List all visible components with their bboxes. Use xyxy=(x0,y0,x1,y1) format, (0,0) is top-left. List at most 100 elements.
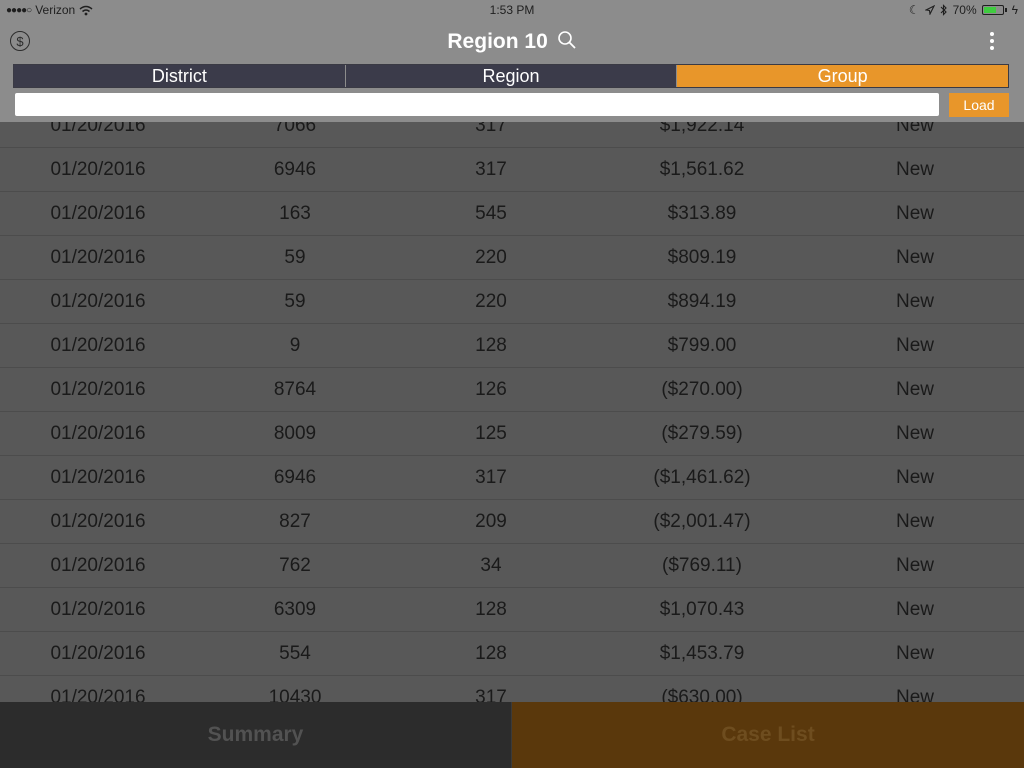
tab-case-list[interactable]: Case List xyxy=(512,702,1024,768)
amount-cell: $809.19 xyxy=(667,247,737,268)
group-cell: 126 xyxy=(475,379,507,400)
location-icon xyxy=(924,5,935,15)
bluetooth-icon xyxy=(940,4,947,16)
clock: 1:53 PM xyxy=(489,3,535,17)
table-row[interactable]: 01/20/2016 6309 128 $1,070.43 New xyxy=(0,588,1024,632)
amount-cell: ($1,461.62) xyxy=(653,467,751,488)
group-cell: 220 xyxy=(475,247,507,268)
group-cell: 128 xyxy=(475,599,507,620)
id-cell: 59 xyxy=(284,247,306,268)
date-cell: 01/20/2016 xyxy=(50,467,146,488)
group-cell: 317 xyxy=(475,122,507,136)
status-cell: New xyxy=(895,599,934,620)
charging-icon: ϟ xyxy=(1011,3,1018,17)
id-cell: 554 xyxy=(279,643,311,664)
table-row[interactable]: 01/20/2016 554 128 $1,453.79 New xyxy=(0,632,1024,676)
group-cell: 317 xyxy=(475,687,507,702)
table-row[interactable]: 01/20/2016 10430 317 ($630.00) New xyxy=(0,676,1024,702)
status-bar: ●●●●○ Verizon 1:53 PM ☾ 70% ϟ xyxy=(0,0,1024,20)
id-cell: 6946 xyxy=(273,159,317,180)
amount-cell: ($769.11) xyxy=(662,555,742,576)
table-row[interactable]: 01/20/2016 9 128 $799.00 New xyxy=(0,324,1024,368)
table-row[interactable]: 01/20/2016 7066 317 $1,922.14 New xyxy=(0,122,1024,148)
id-cell: 59 xyxy=(284,291,306,312)
date-cell: 01/20/2016 xyxy=(50,423,146,444)
table-row[interactable]: 01/20/2016 59 220 $894.19 New xyxy=(0,280,1024,324)
group-cell: 317 xyxy=(475,159,507,180)
amount-cell: ($279.59) xyxy=(661,423,743,444)
segment-district[interactable]: District xyxy=(14,65,346,87)
group-cell: 128 xyxy=(475,335,507,356)
table-row[interactable]: 01/20/2016 762 34 ($769.11) New xyxy=(0,544,1024,588)
id-cell: 6309 xyxy=(273,599,317,620)
table-row[interactable]: 01/20/2016 163 545 $313.89 New xyxy=(0,192,1024,236)
segment-group[interactable]: Group xyxy=(677,65,1009,87)
search-icon[interactable] xyxy=(557,30,577,50)
load-button[interactable]: Load xyxy=(949,93,1009,117)
amount-cell: $1,453.79 xyxy=(659,643,745,664)
status-cell: New xyxy=(895,247,934,268)
status-cell: New xyxy=(895,122,934,136)
status-cell: New xyxy=(895,335,934,356)
app-header: ●●●●○ Verizon 1:53 PM ☾ 70% ϟ $ Region 1… xyxy=(0,0,1024,122)
battery-fill xyxy=(983,7,997,13)
battery-percent: 70% xyxy=(952,3,977,17)
amount-cell: ($2,001.47) xyxy=(653,511,751,532)
amount-cell: $1,561.62 xyxy=(659,159,745,180)
amount-cell: $313.89 xyxy=(667,203,737,224)
group-cell: 125 xyxy=(475,423,507,444)
group-cell: 209 xyxy=(475,511,507,532)
table-row[interactable]: 01/20/2016 827 209 ($2,001.47) New xyxy=(0,500,1024,544)
group-cell: 317 xyxy=(475,467,507,488)
id-cell: 6946 xyxy=(273,467,317,488)
date-cell: 01/20/2016 xyxy=(50,122,146,136)
date-cell: 01/20/2016 xyxy=(50,643,146,664)
date-cell: 01/20/2016 xyxy=(50,159,146,180)
amount-cell: $799.00 xyxy=(667,335,737,356)
table-row[interactable]: 01/20/2016 8009 125 ($279.59) New xyxy=(0,412,1024,456)
status-cell: New xyxy=(895,379,934,400)
case-table[interactable]: 01/20/2016 7066 317 $1,922.14 New 01/20/2016 6… xyxy=(0,122,1024,702)
date-cell: 01/20/2016 xyxy=(50,203,146,224)
id-cell: 827 xyxy=(279,511,311,532)
status-cell: New xyxy=(895,555,934,576)
title-row: $ Region 10 xyxy=(0,28,1024,58)
amount-cell: ($630.00) xyxy=(661,687,743,702)
id-cell: 8764 xyxy=(273,379,317,400)
status-cell: New xyxy=(895,423,934,444)
more-vertical-icon[interactable] xyxy=(986,32,998,54)
battery-icon xyxy=(981,5,1004,15)
group-cell: 128 xyxy=(475,643,507,664)
id-cell: 8009 xyxy=(273,423,317,444)
level-segmented-control: District Region Group xyxy=(13,64,1009,88)
id-cell: 163 xyxy=(279,203,311,224)
bottom-tab-bar: Summary Case List xyxy=(0,702,1024,768)
id-cell: 10430 xyxy=(268,687,322,702)
battery-tip xyxy=(1004,8,1007,12)
segment-region[interactable]: Region xyxy=(345,65,678,87)
status-right: ☾ 70% ϟ xyxy=(909,3,1018,17)
group-cell: 34 xyxy=(480,555,502,576)
tab-summary[interactable]: Summary xyxy=(0,702,512,768)
moon-icon: ☾ xyxy=(908,3,920,17)
id-cell: 762 xyxy=(279,555,311,576)
page-title[interactable]: Region 10 xyxy=(0,30,1024,54)
status-cell: New xyxy=(895,511,934,532)
table-row[interactable]: 01/20/2016 8764 126 ($270.00) New xyxy=(0,368,1024,412)
status-cell: New xyxy=(895,467,934,488)
status-cell: New xyxy=(895,159,934,180)
group-cell: 545 xyxy=(475,203,507,224)
date-cell: 01/20/2016 xyxy=(50,511,146,532)
id-cell: 9 xyxy=(289,335,301,356)
status-cell: New xyxy=(895,643,934,664)
table-row[interactable]: 01/20/2016 6946 317 ($1,461.62) New xyxy=(0,456,1024,500)
status-cell: New xyxy=(895,291,934,312)
table-row[interactable]: 01/20/2016 59 220 $809.19 New xyxy=(0,236,1024,280)
date-cell: 01/20/2016 xyxy=(50,335,146,356)
date-cell: 01/20/2016 xyxy=(50,247,146,268)
table-row[interactable]: 01/20/2016 6946 317 $1,561.62 New xyxy=(0,148,1024,192)
amount-cell: $1,070.43 xyxy=(659,599,745,620)
date-cell: 01/20/2016 xyxy=(50,379,146,400)
id-cell: 7066 xyxy=(273,122,317,136)
search-input[interactable] xyxy=(15,93,939,116)
